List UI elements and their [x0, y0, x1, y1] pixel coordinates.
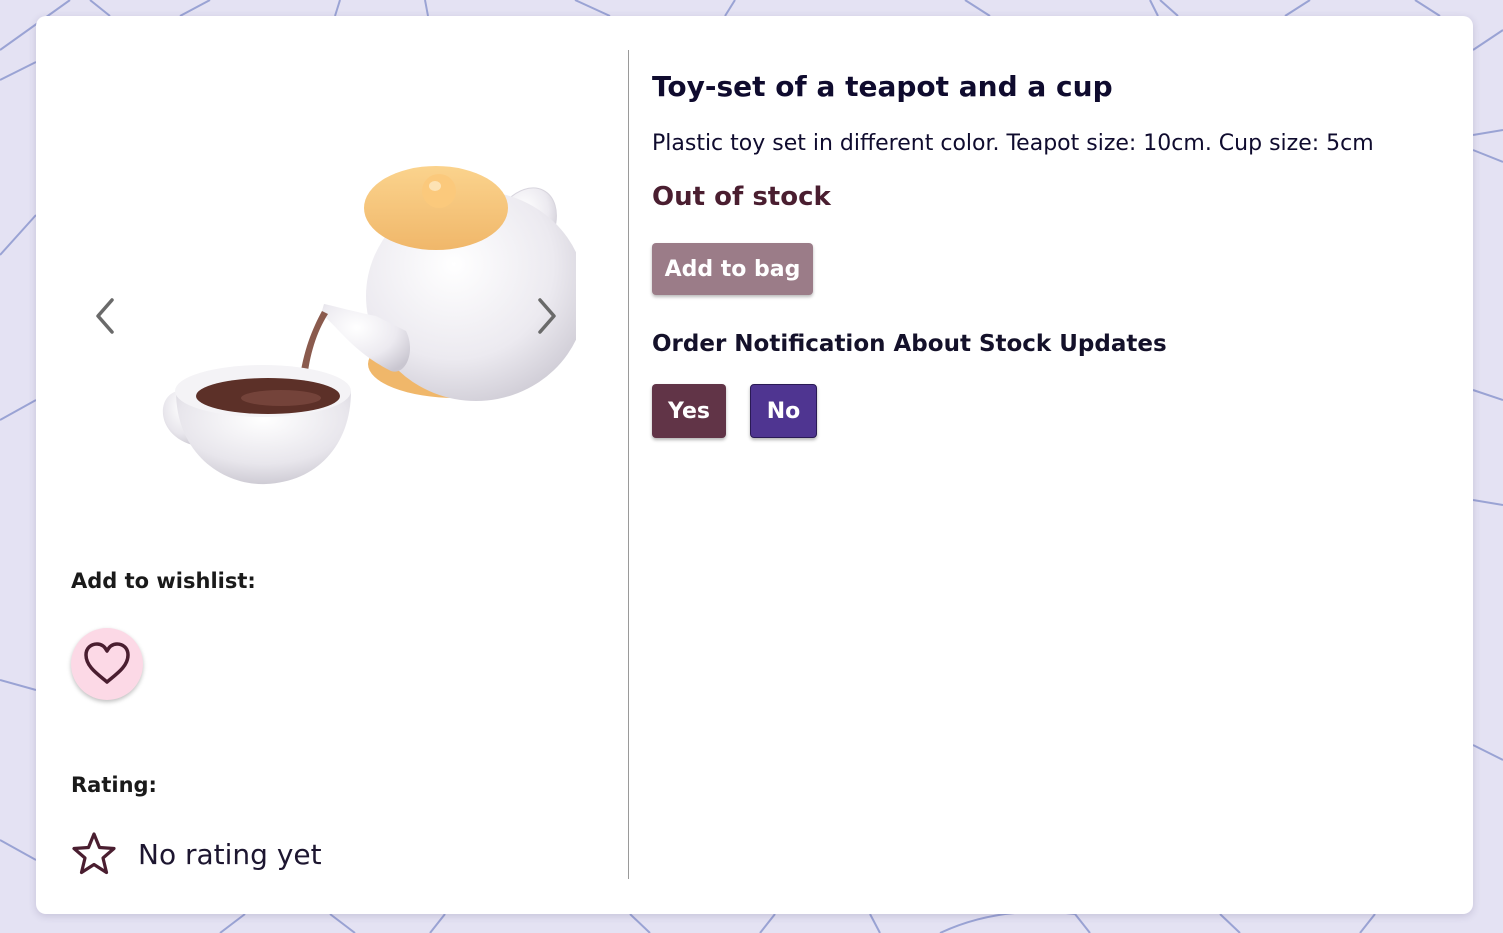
stock-status: Out of stock	[652, 182, 831, 212]
heart-outline-icon	[84, 642, 130, 684]
product-description: Plastic toy set in different color. Teap…	[652, 131, 1374, 156]
carousel-prev-button[interactable]	[90, 294, 122, 338]
teapot-pouring-into-cup-image	[162, 166, 576, 485]
chevron-left-icon	[96, 298, 114, 334]
column-divider	[628, 50, 629, 879]
rating-label: Rating:	[71, 773, 157, 797]
add-to-bag-button[interactable]: Add to bag	[652, 243, 813, 295]
notify-yes-button[interactable]: Yes	[652, 384, 726, 438]
notification-heading: Order Notification About Stock Updates	[652, 331, 1167, 357]
rating-text: No rating yet	[138, 837, 322, 871]
chevron-right-icon	[538, 298, 556, 334]
rating-row: No rating yet	[71, 831, 322, 877]
star-outline-icon	[72, 832, 116, 875]
carousel-next-button[interactable]	[530, 294, 562, 338]
notify-no-button[interactable]: No	[750, 384, 817, 438]
product-title: Toy-set of a teapot and a cup	[652, 70, 1113, 103]
product-card: Add to wishlist: Rating: No rating yet T…	[36, 16, 1473, 914]
wishlist-label: Add to wishlist:	[71, 569, 256, 593]
product-image-carousel	[76, 126, 576, 506]
add-to-wishlist-button[interactable]	[71, 628, 143, 700]
